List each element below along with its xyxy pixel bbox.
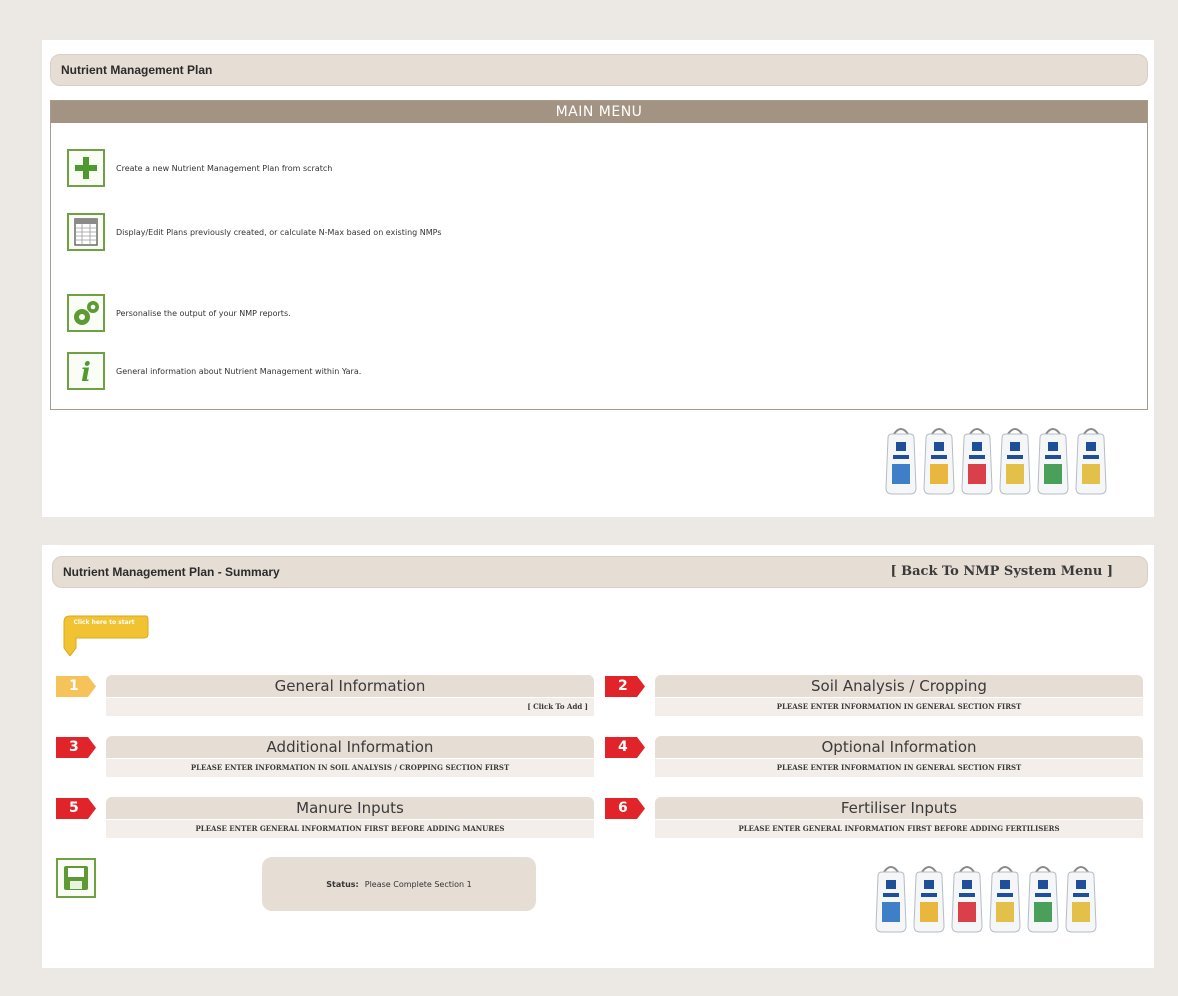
summary-panel: Nutrient Management Plan - Summary [ Bac… bbox=[42, 545, 1154, 968]
status-value: Please Complete Section 1 bbox=[364, 879, 472, 889]
product-bag-icon bbox=[1065, 866, 1097, 933]
menu-item-general-info[interactable]: i General information about Nutrient Man… bbox=[67, 352, 361, 390]
section-title: Optional Information bbox=[655, 736, 1143, 758]
main-menu-header: MAIN MENU bbox=[51, 101, 1147, 123]
section-title: Manure Inputs bbox=[106, 797, 594, 819]
product-bag-icon bbox=[923, 428, 955, 495]
section-soil-analysis-cropping[interactable]: Soil Analysis / Cropping PLEASE ENTER IN… bbox=[655, 675, 1143, 717]
section-note: PLEASE ENTER GENERAL INFORMATION FIRST B… bbox=[106, 820, 594, 838]
product-bag-icon bbox=[875, 866, 907, 933]
menu-item-label: Personalise the output of your NMP repor… bbox=[116, 308, 291, 318]
section-number: 6 bbox=[618, 800, 628, 816]
section-title: General Information bbox=[106, 675, 594, 697]
click-here-label: Click here to start bbox=[73, 619, 135, 626]
plus-icon bbox=[67, 149, 105, 187]
menu-item-display-edit-plans[interactable]: Display/Edit Plans previously created, o… bbox=[67, 213, 442, 251]
summary-title-bar: Nutrient Management Plan - Summary [ Bac… bbox=[52, 556, 1148, 588]
main-menu-panel: Nutrient Management Plan MAIN MENU Creat… bbox=[42, 40, 1154, 517]
section-optional-information[interactable]: Optional Information PLEASE ENTER INFORM… bbox=[655, 736, 1143, 778]
section-title: Additional Information bbox=[106, 736, 594, 758]
section-note: PLEASE ENTER GENERAL INFORMATION FIRST B… bbox=[655, 820, 1143, 838]
page-title: Nutrient Management Plan bbox=[61, 63, 213, 77]
product-bag-icon bbox=[885, 428, 917, 495]
gears-icon bbox=[67, 294, 105, 332]
section-number: 5 bbox=[69, 800, 79, 816]
product-bag-icon bbox=[1037, 428, 1069, 495]
info-icon: i bbox=[67, 352, 105, 390]
svg-text:i: i bbox=[81, 358, 91, 386]
menu-item-label: Display/Edit Plans previously created, o… bbox=[116, 227, 442, 237]
back-to-menu-link[interactable]: [ Back To NMP System Menu ] bbox=[890, 564, 1113, 579]
product-bag-icon bbox=[999, 428, 1031, 495]
spreadsheet-icon bbox=[67, 213, 105, 251]
product-bag-icon bbox=[1075, 428, 1107, 495]
section-title: Soil Analysis / Cropping bbox=[655, 675, 1143, 697]
status-label: Status: bbox=[326, 879, 359, 889]
section-note: PLEASE ENTER INFORMATION IN GENERAL SECT… bbox=[655, 698, 1143, 716]
section-number: 4 bbox=[618, 739, 628, 755]
summary-title: Nutrient Management Plan - Summary bbox=[63, 565, 280, 579]
section-fertiliser-inputs[interactable]: Fertiliser Inputs PLEASE ENTER GENERAL I… bbox=[655, 797, 1143, 839]
section-manure-inputs[interactable]: Manure Inputs PLEASE ENTER GENERAL INFOR… bbox=[106, 797, 594, 839]
product-bag-icon bbox=[951, 866, 983, 933]
product-bag-icon bbox=[1027, 866, 1059, 933]
menu-item-label: General information about Nutrient Manag… bbox=[116, 366, 362, 376]
section-general-information[interactable]: General Information [ Click To Add ] bbox=[106, 675, 594, 717]
section-note: PLEASE ENTER INFORMATION IN SOIL ANALYSI… bbox=[106, 759, 594, 777]
click-to-add-link[interactable]: [ Click To Add ] bbox=[106, 698, 594, 716]
main-menu: MAIN MENU Create a new Nutrient Manageme… bbox=[50, 100, 1148, 410]
status-box: Status: Please Complete Section 1 bbox=[262, 857, 536, 911]
section-number: 1 bbox=[69, 678, 79, 694]
menu-item-label: Create a new Nutrient Management Plan fr… bbox=[116, 163, 333, 173]
product-bag-icon bbox=[989, 866, 1021, 933]
save-icon[interactable] bbox=[56, 858, 96, 898]
product-bag-icon bbox=[961, 428, 993, 495]
menu-item-create-plan[interactable]: Create a new Nutrient Management Plan fr… bbox=[67, 149, 332, 187]
section-number: 2 bbox=[618, 678, 628, 694]
page-title-bar: Nutrient Management Plan bbox=[50, 54, 1148, 86]
section-title: Fertiliser Inputs bbox=[655, 797, 1143, 819]
product-bags bbox=[884, 424, 1108, 496]
menu-item-personalise-reports[interactable]: Personalise the output of your NMP repor… bbox=[67, 294, 291, 332]
section-additional-information[interactable]: Additional Information PLEASE ENTER INFO… bbox=[106, 736, 594, 778]
section-note: PLEASE ENTER INFORMATION IN GENERAL SECT… bbox=[655, 759, 1143, 777]
product-bags bbox=[874, 862, 1098, 934]
product-bag-icon bbox=[913, 866, 945, 933]
section-number: 3 bbox=[69, 739, 79, 755]
